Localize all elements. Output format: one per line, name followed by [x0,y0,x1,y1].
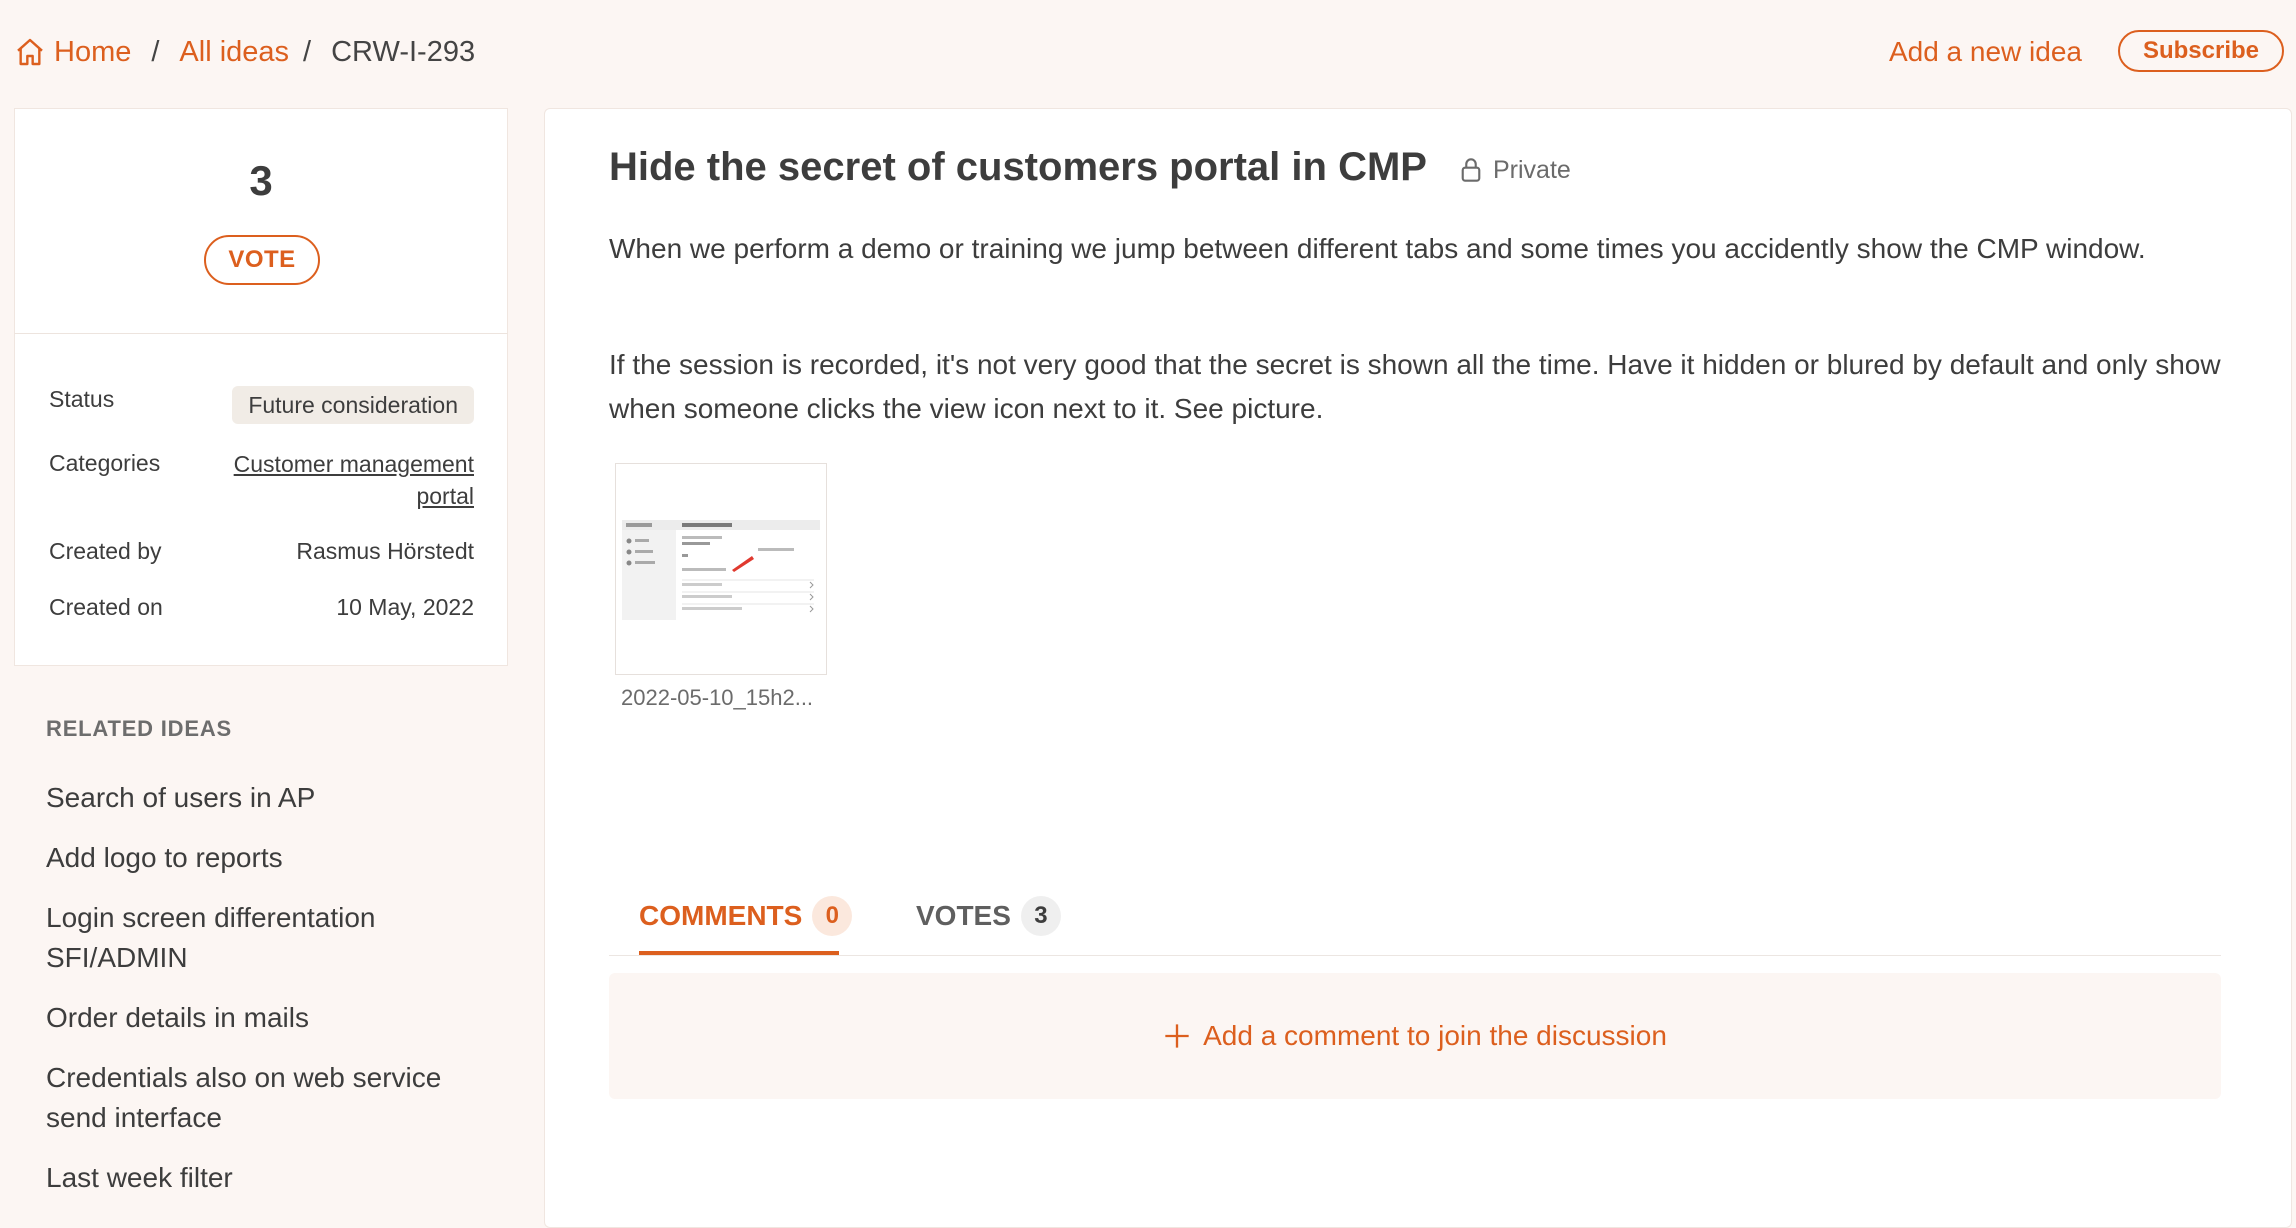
created-on-label: Created on [49,594,163,620]
visibility-label: Private [1493,155,1571,184]
idea-details: Status Future consideration Categories C… [14,334,508,666]
home-icon[interactable] [14,36,46,68]
related-idea-link[interactable]: Credentials also on web service send int… [46,1058,476,1138]
attachment-filename[interactable]: 2022-05-10_15h2... [621,685,813,711]
vote-card: 3 VOTE [14,108,508,334]
votes-count-badge: 3 [1020,896,1061,936]
plus-icon [1165,1024,1189,1048]
breadcrumb-separator: / [151,35,160,68]
related-idea-link[interactable]: Last week filter [46,1158,476,1198]
tab-divider [609,955,2221,956]
tab-comments[interactable]: COMMENTS 0 [639,891,853,941]
breadcrumb: Home / All ideas / CRW-I-293 [14,30,475,74]
breadcrumb-home[interactable]: Home [54,36,131,69]
related-ideas-heading: RELATED IDEAS [46,716,233,741]
add-comment-label: Add a comment to join the discussion [1203,1020,1667,1051]
created-by-label: Created by [49,538,162,564]
add-new-idea-link[interactable]: Add a new idea [1889,30,2082,74]
idea-description-paragraph: If the session is recorded, it's not ver… [609,349,2221,424]
related-idea-link[interactable]: Order details in mails [46,998,476,1038]
status-badge: Future consideration [232,386,474,424]
status-label: Status [49,386,115,412]
add-comment-button[interactable]: Add a comment to join the discussion [609,973,2221,1099]
category-link[interactable]: Customer management portal [174,448,474,512]
attachment-preview-image [616,464,826,674]
idea-title: Hide the secret of customers portal in C… [609,145,1427,189]
categories-label: Categories [49,450,161,476]
attachment-thumbnail[interactable] [615,463,827,675]
vote-count: 3 [249,157,273,204]
idea-description-paragraph: When we perform a demo or training we ju… [609,233,2146,264]
created-on-value: 10 May, 2022 [336,594,474,620]
breadcrumb-current: CRW-I-293 [331,35,476,68]
lock-icon [1461,158,1481,182]
tab-comments-label: COMMENTS [639,900,803,931]
breadcrumb-all-ideas[interactable]: All ideas [179,36,289,69]
visibility-indicator: Private [1459,153,1571,187]
top-bar: Home / All ideas / CRW-I-293 Add a new i… [0,0,2296,104]
related-idea-link[interactable]: Add logo to reports [46,838,476,878]
idea-main-panel: Hide the secret of customers portal in C… [544,108,2292,1228]
related-idea-link[interactable]: Search of users in AP [46,778,476,818]
tab-votes[interactable]: VOTES 3 [916,891,1061,941]
created-by-value: Rasmus Hörstedt [296,538,474,564]
breadcrumb-separator: / [303,35,312,68]
vote-button[interactable]: VOTE [204,235,320,285]
comments-count-badge: 0 [812,896,853,936]
tab-votes-label: VOTES [916,900,1011,931]
related-idea-link[interactable]: Login screen differentation SFI/ADMIN [46,898,476,978]
subscribe-button[interactable]: Subscribe [2118,30,2284,72]
